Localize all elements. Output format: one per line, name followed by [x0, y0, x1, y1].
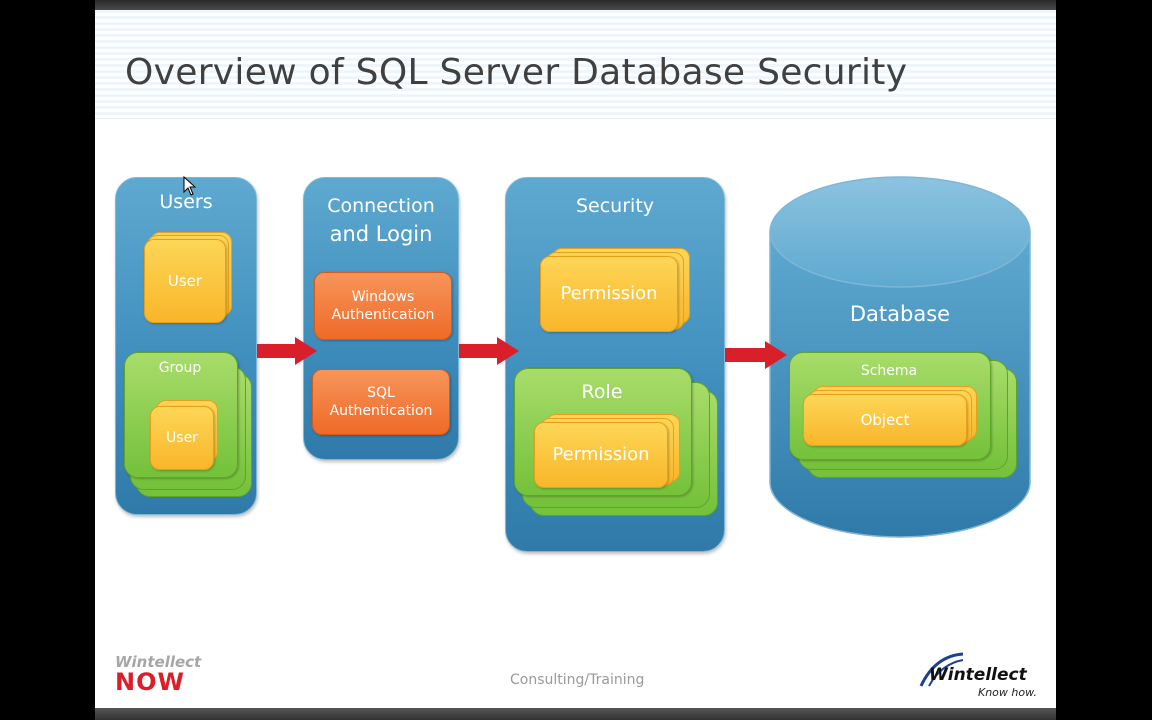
logo-left-bottom: NOW: [115, 668, 185, 696]
role-label: Role: [581, 381, 623, 403]
arrow-users-to-connection: [257, 337, 317, 365]
database-label: Database: [849, 302, 951, 326]
arrow-connection-to-security: [459, 337, 519, 365]
sql-authentication-card: SQL Authentication: [312, 369, 450, 435]
logo-right-name: Wintellect: [929, 665, 1027, 685]
arrow-security-to-database: [725, 341, 787, 369]
footer-text: Consulting/Training: [510, 672, 645, 688]
connection-label-line1: Connection: [327, 195, 435, 217]
bottom-bar: [95, 708, 1056, 720]
group-user-card: User: [150, 406, 214, 470]
users-column: Users User Group User: [115, 177, 257, 515]
sql-auth-line2: Authentication: [329, 403, 433, 419]
mouse-cursor-icon: [183, 176, 197, 196]
user-card-label: User: [167, 272, 203, 290]
slide: Overview of SQL Server Database Security…: [95, 10, 1056, 708]
security-label: Security: [575, 195, 655, 217]
logo-right-tagline: Know how.: [978, 686, 1037, 699]
role-permission-card: Permission: [534, 422, 668, 488]
user-card: User: [144, 239, 226, 323]
permission-card: Permission: [540, 256, 678, 332]
group-label: Group: [158, 360, 202, 376]
object-card-label: Object: [860, 411, 910, 429]
wintellect-now-logo: Wintellect NOW: [115, 655, 201, 696]
sql-auth-line1: SQL: [367, 385, 395, 401]
connection-label-line2: and Login: [329, 222, 433, 246]
permission-card-label: Permission: [560, 283, 658, 304]
connection-column: Connection and Login Windows Authenticat…: [303, 177, 459, 460]
slide-title: Overview of SQL Server Database Security: [125, 52, 908, 93]
windows-auth-line1: Windows: [351, 289, 415, 305]
windows-authentication-card: Windows Authentication: [314, 272, 452, 340]
top-bar: [95, 0, 1056, 10]
group-user-card-label: User: [166, 430, 198, 446]
windows-auth-line2: Authentication: [331, 307, 435, 323]
security-column: Security Permission Role Permission: [505, 177, 725, 552]
schema-label: Schema: [860, 363, 918, 379]
role-permission-card-label: Permission: [552, 444, 650, 465]
object-card: Object: [803, 394, 967, 446]
